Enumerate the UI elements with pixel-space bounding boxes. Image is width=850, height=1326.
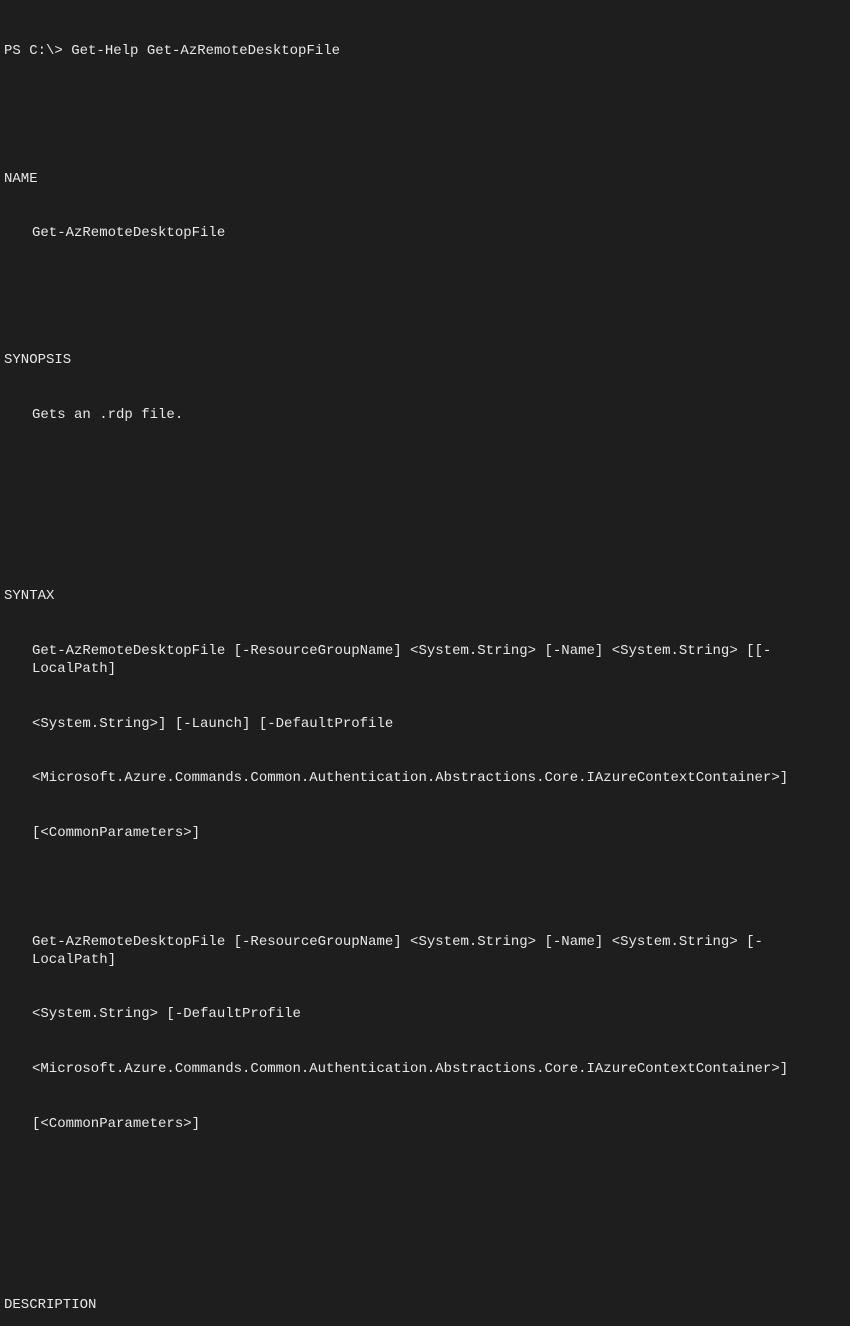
section-heading-name: NAME: [4, 170, 846, 188]
syntax-block1-line1: Get-AzRemoteDesktopFile [-ResourceGroupN…: [4, 642, 846, 678]
section-heading-synopsis: SYNOPSIS: [4, 351, 846, 369]
syntax-block2-line1: Get-AzRemoteDesktopFile [-ResourceGroupN…: [4, 933, 846, 969]
prompt-line-1: PS C:\> Get-Help Get-AzRemoteDesktopFile: [4, 42, 846, 60]
section-heading-description: DESCRIPTION: [4, 1296, 846, 1314]
name-content: Get-AzRemoteDesktopFile: [4, 224, 846, 242]
synopsis-content: Gets an .rdp file.: [4, 406, 846, 424]
section-heading-syntax: SYNTAX: [4, 587, 846, 605]
syntax-block2-line2: <System.String> [-DefaultProfile: [4, 1005, 846, 1023]
syntax-block1-line4: [<CommonParameters>]: [4, 824, 846, 842]
syntax-block1-line3: <Microsoft.Azure.Commands.Common.Authent…: [4, 769, 846, 787]
terminal-output[interactable]: PS C:\> Get-Help Get-AzRemoteDesktopFile…: [4, 6, 846, 1326]
syntax-block1-line2: <System.String>] [-Launch] [-DefaultProf…: [4, 715, 846, 733]
syntax-block2-line3: <Microsoft.Azure.Commands.Common.Authent…: [4, 1060, 846, 1078]
syntax-block2-line4: [<CommonParameters>]: [4, 1115, 846, 1133]
